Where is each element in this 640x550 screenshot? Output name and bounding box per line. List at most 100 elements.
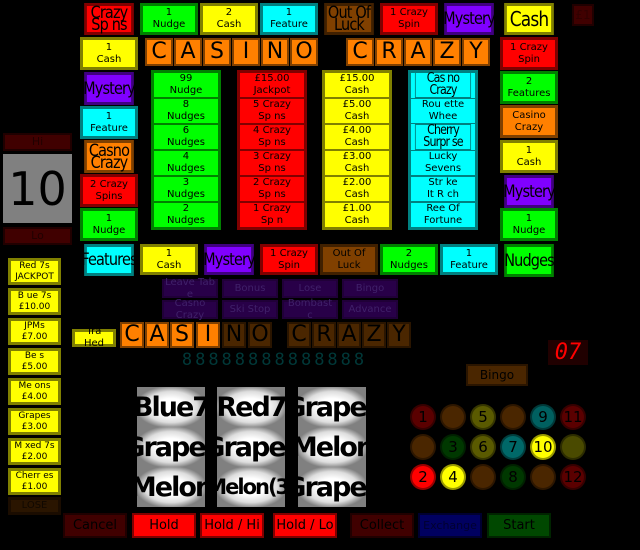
- bingo-ball: [530, 464, 556, 490]
- reel-symbol: Grapes: [203, 427, 301, 467]
- title-letter: N: [261, 38, 289, 66]
- ladder-step: Cas no Crazy: [414, 72, 472, 98]
- bingo-ball: [470, 464, 496, 490]
- reel[interactable]: Grapes Melon Grapes: [284, 387, 382, 507]
- casino-crazy-letter: R: [312, 322, 336, 348]
- title-letter: C: [145, 38, 173, 66]
- trail-cell: Features: [81, 244, 138, 276]
- hold-button[interactable]: Hold: [132, 513, 196, 538]
- trail-cell: 1 Crazy Spin: [500, 37, 558, 70]
- bingo-ball: [410, 434, 436, 460]
- casino-crazy-letter: A: [337, 322, 361, 348]
- feature-option: Lose: [282, 279, 338, 298]
- exchange-button[interactable]: Exchange: [418, 513, 482, 538]
- title-letter: Z: [433, 38, 461, 66]
- casino-crazy-letter: Y: [387, 322, 411, 348]
- casino-crazy-letter: C: [120, 322, 144, 348]
- ladder-step: Cherry Surpr se: [414, 124, 472, 150]
- title-letter: S: [203, 38, 231, 66]
- bingo-ball: 9: [530, 404, 556, 430]
- reel-symbol: Melon: [291, 427, 375, 467]
- bingo-ball: 4: [440, 464, 466, 490]
- feature-option: Casno Crazy: [162, 298, 218, 321]
- trail-cell: 1 Crazy Spin: [260, 244, 318, 275]
- seven-segment-display: 07: [548, 340, 588, 365]
- hilo-number: 10: [3, 154, 72, 223]
- ladder-step: Ree Of Fortune: [410, 202, 476, 228]
- reel-symbol: Grapes: [123, 427, 221, 467]
- bingo-ball: 11: [560, 404, 586, 430]
- ladder-step: Lucky Sevens: [410, 150, 476, 176]
- fruit-machine: Crazy Sp ns 1 Nudge 2 Cash 1 Feature Out Of …: [0, 0, 640, 550]
- trail-cell: 1 Cash: [80, 37, 138, 70]
- reel-symbol: Red7: [216, 387, 288, 427]
- feature-option: Leave Tab e: [162, 277, 218, 300]
- paytable-entry: Cherr es £1.00: [8, 468, 61, 495]
- paytable-entry: Be s £5.00: [8, 348, 61, 375]
- trail-cell: 1 Nudge: [80, 208, 138, 241]
- title-letter: A: [404, 38, 432, 66]
- bingo-ball: 12: [560, 464, 586, 490]
- trail-cell: 2 Features: [500, 71, 558, 104]
- trail-cell: Casino Crazy: [500, 105, 558, 138]
- trail-cell: Nudges: [504, 244, 555, 277]
- trail-cell: 1 Feature: [260, 3, 318, 35]
- title-letter: C: [346, 38, 374, 66]
- ladder-step: 6 Nudges: [153, 124, 219, 150]
- ladder-step: 1 Crazy Sp n: [239, 202, 305, 228]
- feature-option: Advance: [342, 300, 398, 319]
- trail-cell: Crazy Sp ns: [84, 3, 134, 35]
- trail-cell: 1 Cash: [500, 140, 558, 173]
- paytable-entry: Red 7s JACKPOT: [8, 258, 61, 285]
- ladder-step: 5 Crazy Sp ns: [239, 98, 305, 124]
- bingo-ball: 10: [530, 434, 556, 460]
- hi-button[interactable]: Hi: [3, 133, 72, 151]
- trail-cell: Casno Crazy: [84, 140, 134, 173]
- trail-cell: 1 Cash: [140, 244, 198, 275]
- title-letter: A: [174, 38, 202, 66]
- feature-option: Bombast c: [282, 298, 338, 321]
- reel[interactable]: Blue7 Grapes Melon: [123, 387, 221, 507]
- lo-button[interactable]: Lo: [3, 227, 72, 245]
- ladder-step: Rou ette Whee: [410, 98, 476, 124]
- reel-symbol: Grapes: [284, 387, 382, 427]
- bingo-ball: [560, 434, 586, 460]
- hold-hi-button[interactable]: Hold / Hi: [200, 513, 264, 538]
- hold-lo-button[interactable]: Hold / Lo: [273, 513, 337, 538]
- paytable-entry: Me ons £4.00: [8, 378, 61, 405]
- feature-option: Ski Stop: [222, 300, 278, 319]
- casino-crazy-letter: N: [222, 322, 246, 348]
- ladder-step: Str ke It R ch: [410, 176, 476, 202]
- bingo-ball: 8: [500, 464, 526, 490]
- reel-symbol: Blue7: [133, 387, 211, 427]
- feature-option: Bonus: [222, 279, 278, 298]
- paytable-entry: B ue 7s £10.00: [8, 288, 61, 315]
- casino-crazy-letter: A: [145, 322, 169, 348]
- ladder-step: 2 Crazy Sp ns: [239, 176, 305, 202]
- stake-display: £1: [572, 4, 594, 26]
- ladder-step: 4 Crazy Sp ns: [239, 124, 305, 150]
- bingo-ball: 1: [410, 404, 436, 430]
- ladder-step: £15.00 Cash: [324, 72, 390, 98]
- reel[interactable]: Red7 Grapes Melon(3): [203, 387, 301, 507]
- reel-symbol: Melon(3): [206, 467, 298, 507]
- trail-cell: 2 Nudges: [380, 244, 438, 275]
- feature-option: Bingo: [342, 279, 398, 298]
- collect-button[interactable]: Collect: [350, 513, 414, 538]
- trail-held-indicator: Tra Hed: [72, 326, 116, 349]
- reel-symbol: Grapes: [284, 467, 382, 507]
- start-button[interactable]: Start: [487, 513, 551, 538]
- ladder-step: 3 Crazy Sp ns: [239, 150, 305, 176]
- trail-cell: 1 Crazy Spin: [380, 3, 438, 35]
- ladder-step: 8 Nudges: [153, 98, 219, 124]
- ladder-step: £2.00 Cash: [324, 176, 390, 202]
- casino-crazy-letter: S: [170, 322, 194, 348]
- bingo-button[interactable]: Bingo: [466, 364, 528, 386]
- ladder-step: £1.00 Cash: [324, 202, 390, 228]
- bingo-ball: 5: [470, 404, 496, 430]
- ladder-step: 99 Nudge: [153, 72, 219, 98]
- trail-cell: Mystery: [83, 72, 136, 105]
- cancel-button[interactable]: Cancel: [63, 513, 127, 538]
- trail-cell: Mystery: [503, 175, 556, 208]
- title-letter: Y: [462, 38, 490, 66]
